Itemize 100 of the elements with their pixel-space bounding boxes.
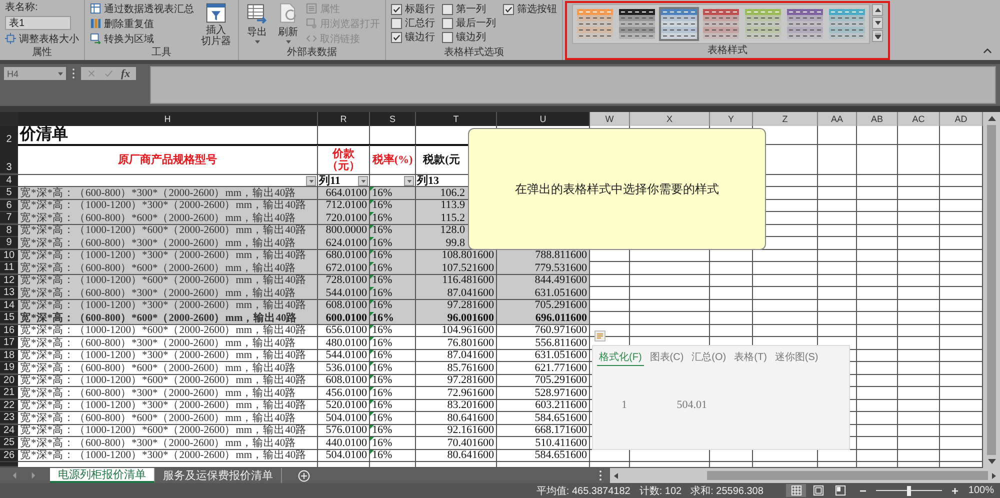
column-header[interactable]: Y <box>710 112 753 126</box>
slider-thumb[interactable] <box>907 486 912 496</box>
column-header[interactable]: W <box>590 112 630 126</box>
view-button[interactable] <box>786 484 806 497</box>
collapse-ribbon-icon[interactable] <box>983 48 992 54</box>
check-icon[interactable] <box>104 69 113 78</box>
scroll-left-icon[interactable] <box>613 472 619 480</box>
scroll-right-icon[interactable] <box>991 472 997 480</box>
table-row[interactable]: 16 宽*深*高：（1000-1200）*600*（2000-2600）mm，输出40路 656.0100 16% 104.961600 760.971600 <box>0 324 983 337</box>
add-sheet-icon[interactable] <box>298 470 310 482</box>
checkbox[interactable] <box>391 32 402 42</box>
filter-dropdown-button[interactable] <box>404 176 414 186</box>
row-header[interactable]: 15 <box>0 312 18 324</box>
more-icon[interactable] <box>599 470 602 481</box>
checkbox[interactable] <box>442 18 453 28</box>
column-header[interactable]: AD <box>940 112 983 126</box>
table-row[interactable]: 11 宽*深*高：（600-800）*600*（2000-2600）mm，输出40路 672.0100 16% 107.521600 779.531600 <box>0 262 983 274</box>
row-header[interactable]: 4 <box>0 175 18 187</box>
horizontal-scrollbar[interactable] <box>610 468 1000 483</box>
insert-function-button[interactable]: fx <box>121 68 130 80</box>
column-header[interactable]: R <box>318 112 370 126</box>
row-header[interactable]: 18 <box>0 350 18 362</box>
quick-analysis-icon[interactable] <box>594 330 606 342</box>
checkbox[interactable] <box>391 18 402 28</box>
row-header[interactable]: 7 <box>0 212 18 224</box>
table-style-option[interactable]: 镶边行 <box>391 30 435 44</box>
formula-input[interactable] <box>150 66 996 104</box>
table-row[interactable]: 13 宽*深*高：（600-800）*300*（2000-2600）mm，输出40路 544.0100 16% 87.041600 631.051600 <box>0 287 983 300</box>
gallery-more-button[interactable] <box>872 30 883 42</box>
table-row[interactable]: 12 宽*深*高：（1000-1200）*600*（2000-2600）mm，输出40路 728.0100 16% 116.481600 844.491600 <box>0 274 983 287</box>
table-style-option[interactable]: 汇总行 <box>391 16 435 30</box>
previous-sheet-icon[interactable] <box>12 472 17 479</box>
resize-table-button[interactable]: 调整表格大小 <box>5 32 79 45</box>
gallery-down-button[interactable] <box>872 17 883 29</box>
scrollbar-thumb[interactable] <box>987 125 996 455</box>
table-style-option[interactable]: 第一列 <box>442 2 496 16</box>
gallery-up-button[interactable] <box>872 4 883 16</box>
table-style-swatch[interactable] <box>785 7 825 41</box>
table-style-swatch[interactable] <box>617 7 657 41</box>
row-header[interactable]: 22 <box>0 400 18 412</box>
row-header[interactable]: 12 <box>0 274 18 286</box>
column-header[interactable]: X <box>630 112 710 126</box>
column-header[interactable]: AA <box>818 112 857 126</box>
zoom-level[interactable]: 100% <box>968 485 994 496</box>
column-header[interactable]: S <box>370 112 416 126</box>
insert-slicer-button[interactable]: 插入 切片器 <box>199 2 233 47</box>
row-header[interactable]: 3 <box>0 145 18 174</box>
row-header[interactable]: 13 <box>0 287 18 299</box>
table-style-swatch[interactable] <box>701 7 741 41</box>
checkbox[interactable] <box>391 4 402 14</box>
export-button[interactable]: 导出 <box>244 2 270 44</box>
row-header[interactable]: 10 <box>0 250 18 262</box>
row-header[interactable]: 9 <box>0 237 18 249</box>
filter-dropdown-button[interactable] <box>358 176 368 186</box>
column-header[interactable]: T <box>416 112 497 126</box>
row-header[interactable]: 25 <box>0 437 18 449</box>
quick-analysis-tab[interactable]: 格式化(F) <box>597 349 644 366</box>
row-header[interactable]: 23 <box>0 412 18 424</box>
checkbox[interactable] <box>442 32 453 42</box>
row-header[interactable]: 5 <box>0 187 18 199</box>
table-row[interactable]: 14 宽*深*高：（1000-1200）*300*（2000-2600）mm，输出40路 608.0100 16% 97.281600 705.291600 <box>0 300 983 312</box>
name-box[interactable]: H4 <box>4 67 66 80</box>
row-header[interactable]: 24 <box>0 424 18 436</box>
column-header[interactable]: U <box>497 112 590 126</box>
row-header[interactable]: 20 <box>0 374 18 386</box>
sheet-tab[interactable]: 电源列柜报价清单 <box>50 468 155 483</box>
row-header[interactable]: 21 <box>0 387 18 399</box>
row-header[interactable]: 16 <box>0 324 18 336</box>
row-header[interactable]: 17 <box>0 337 18 349</box>
more-icon[interactable] <box>72 68 75 79</box>
table-style-option[interactable]: 标题行 <box>391 2 435 16</box>
table-style-option[interactable]: 最后一列 <box>442 16 496 30</box>
table-style-swatch[interactable] <box>659 7 699 41</box>
refresh-button[interactable]: 刷新 <box>275 2 301 44</box>
row-header[interactable]: 19 <box>0 362 18 374</box>
tool-button[interactable]: 通过数据透视表汇总 <box>90 2 194 15</box>
row-header[interactable]: 11 <box>0 262 18 274</box>
column-header[interactable]: AB <box>857 112 898 126</box>
scrollbar-thumb[interactable] <box>707 471 988 480</box>
table-row[interactable]: 15 宽*深*高：（600-800）*600*（2000-2600）mm，输出40路 600.0100 16% 96.001600 696.011600 <box>0 312 983 324</box>
row-header[interactable]: 2 <box>0 126 18 146</box>
row-header[interactable]: 6 <box>0 200 18 212</box>
row-header[interactable]: 26 <box>0 450 18 462</box>
zoom-in-icon[interactable] <box>951 486 960 494</box>
column-header[interactable]: Z <box>753 112 818 126</box>
table-style-swatch[interactable] <box>743 7 783 41</box>
next-sheet-icon[interactable] <box>31 472 36 479</box>
tool-button[interactable]: 删除重复值 <box>90 17 194 30</box>
filter-dropdown-button[interactable] <box>306 176 316 186</box>
row-header[interactable]: 8 <box>0 224 18 236</box>
table-style-option[interactable]: 筛选按钮 <box>503 2 557 16</box>
checkbox[interactable] <box>442 4 453 14</box>
checkbox[interactable] <box>503 4 514 14</box>
table-name-field[interactable]: 表1 <box>5 16 71 30</box>
tool-button[interactable]: 转换为区域 <box>90 32 194 45</box>
vertical-scrollbar[interactable] <box>983 112 1000 468</box>
row-header[interactable]: 14 <box>0 300 18 312</box>
column-header[interactable]: AC <box>898 112 940 126</box>
table-style-option[interactable]: 镶边列 <box>442 30 496 44</box>
scroll-up-icon[interactable] <box>988 115 996 121</box>
